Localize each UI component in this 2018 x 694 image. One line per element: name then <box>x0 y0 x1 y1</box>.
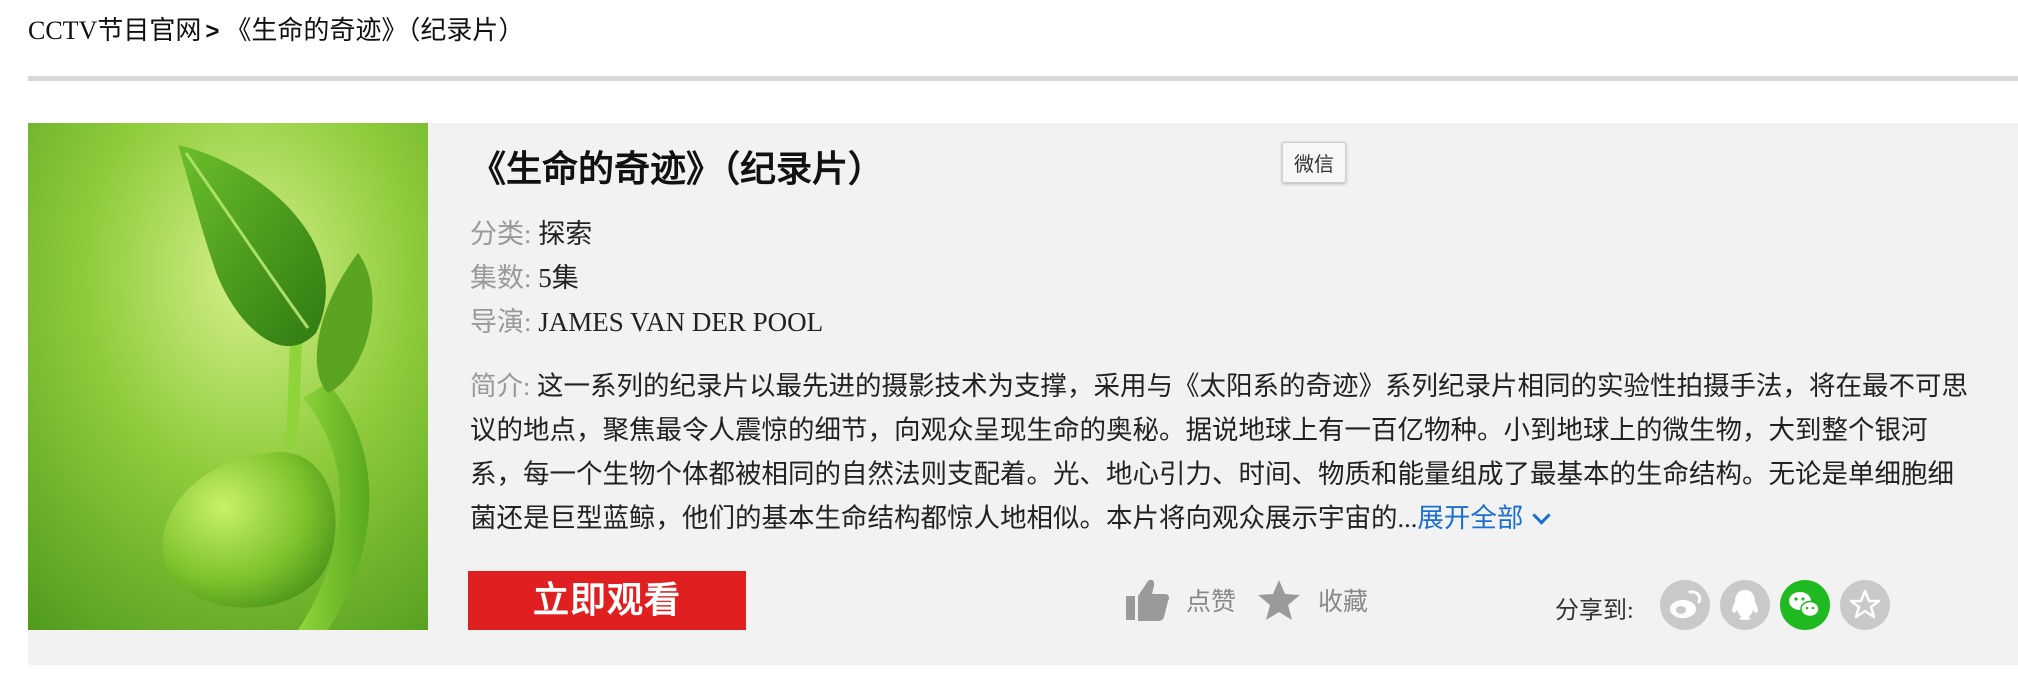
wechat-tooltip: 微信 <box>1282 142 1346 183</box>
qq-share-button[interactable] <box>1720 580 1770 630</box>
category-label: 分类: <box>470 219 532 249</box>
wechat-share-button[interactable] <box>1780 580 1830 630</box>
intro-text: 这一系列的纪录片以最先进的摄影技术为支撑，采用与《太阳系的奇迹》系列纪录片相同的… <box>470 371 1968 533</box>
episodes-value: 5集 <box>538 263 579 293</box>
program-poster-image <box>28 123 428 630</box>
director-label: 导演: <box>470 307 532 337</box>
star-icon <box>1258 580 1300 620</box>
breadcrumb-site-link[interactable]: CCTV节目官网 <box>28 16 201 45</box>
episodes-row: 集数: 5集 <box>470 256 579 295</box>
qq-icon <box>1720 580 1770 630</box>
favorite-button[interactable]: 收藏 <box>1256 578 1368 622</box>
weibo-icon <box>1660 580 1710 630</box>
like-label: 点赞 <box>1186 589 1237 616</box>
director-row: 导演: JAMES VAN DER POOL <box>470 300 823 339</box>
chevron-down-icon <box>1532 506 1552 525</box>
header-divider <box>28 76 2018 81</box>
favorite-label: 收藏 <box>1318 589 1369 616</box>
qzone-star-icon <box>1840 580 1890 630</box>
thumbs-up-icon <box>1126 579 1169 621</box>
breadcrumb: CCTV节目官网 > 《生命的奇迹》（纪录片） <box>28 10 524 47</box>
program-title: 《生命的奇迹》（纪录片） <box>470 149 885 189</box>
breadcrumb-separator: > <box>205 18 220 45</box>
sprout-poster-graphic <box>28 123 428 630</box>
category-row: 分类: 探索 <box>470 212 592 251</box>
expand-all-link[interactable]: 展开全部 <box>1417 503 1552 533</box>
weibo-share-button[interactable] <box>1660 580 1710 630</box>
expand-all-label: 展开全部 <box>1417 503 1524 533</box>
program-description: 简介: 这一系列的纪录片以最先进的摄影技术为支撑，采用与《太阳系的奇迹》系列纪录… <box>470 364 1980 540</box>
breadcrumb-current: 《生命的奇迹》（纪录片） <box>225 16 525 45</box>
intro-label: 简介: <box>470 371 531 401</box>
director-value: JAMES VAN DER POOL <box>538 307 824 337</box>
episodes-label: 集数: <box>470 263 532 293</box>
share-label: 分享到: <box>1555 598 1634 624</box>
category-value: 探索 <box>538 219 593 249</box>
like-button[interactable]: 点赞 <box>1124 578 1236 622</box>
qzone-share-button[interactable] <box>1840 580 1890 630</box>
watch-now-button[interactable]: 立即观看 <box>468 571 746 630</box>
wechat-icon <box>1780 580 1830 630</box>
